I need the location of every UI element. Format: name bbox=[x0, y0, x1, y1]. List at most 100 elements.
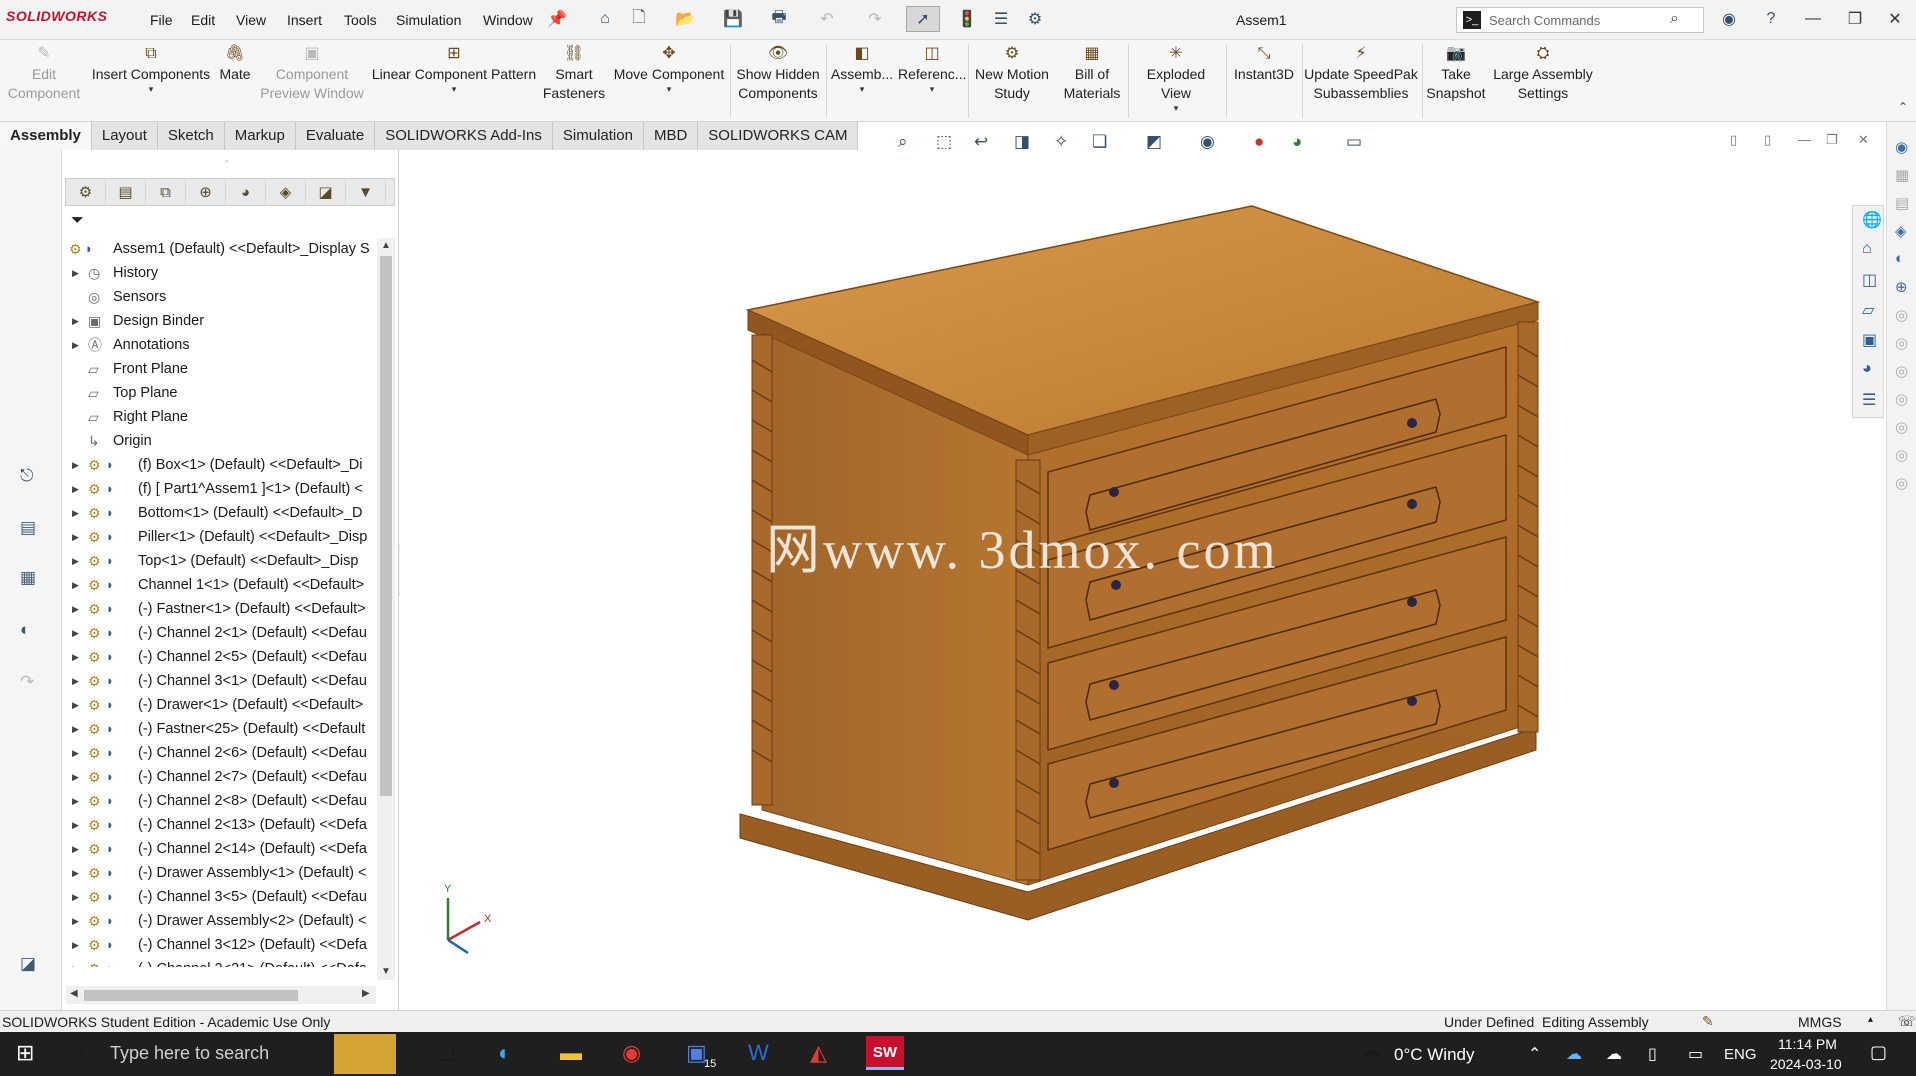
chevron-down-icon[interactable]: ▾ bbox=[830, 84, 894, 94]
tile-right-icon[interactable]: ▯ bbox=[1764, 132, 1771, 148]
restore-icon[interactable]: ❐ bbox=[1844, 8, 1866, 30]
escape-icon[interactable]: ⎋ bbox=[20, 466, 33, 486]
tree-item-front-plane[interactable]: ▱ Front Plane bbox=[63, 357, 375, 381]
chevron-down-icon[interactable]: ▾ bbox=[88, 84, 214, 94]
doc-restore-icon[interactable]: ❐ bbox=[1826, 132, 1838, 148]
menu-view[interactable]: View bbox=[236, 12, 266, 28]
dynamic-annotation-icon[interactable]: ✧ bbox=[1054, 132, 1068, 152]
expand-arrow-icon[interactable]: ▶ bbox=[72, 525, 79, 549]
design-library-icon[interactable]: ▦ bbox=[1895, 166, 1909, 184]
assembly-features-button[interactable]: ◧ Assemb... ▾ bbox=[830, 44, 894, 94]
insert-components-button[interactable]: ⧉ Insert Components ▾ bbox=[88, 44, 214, 94]
component-preview-button[interactable]: ▣ Component Preview Window bbox=[258, 44, 366, 103]
menu-tools[interactable]: Tools bbox=[344, 12, 377, 28]
tree-component-row[interactable]: ▶ ⚙ ◗ (-) Channel 2<21> (Default) <<Defa bbox=[63, 957, 375, 967]
expand-arrow-icon[interactable]: ▶ bbox=[72, 477, 79, 501]
expand-arrow-icon[interactable]: ▶ bbox=[72, 261, 79, 285]
expand-arrow-icon[interactable]: ▶ bbox=[72, 453, 79, 477]
cam-feature-tree-tab-icon[interactable]: ◈ bbox=[266, 179, 306, 205]
redo-icon[interactable]: ↷ bbox=[864, 8, 886, 30]
tab-solidworks-addins[interactable]: SOLIDWORKS Add-Ins bbox=[375, 122, 553, 150]
color-wheel-icon[interactable]: ◕ bbox=[1862, 360, 1872, 378]
tree-component-row[interactable]: ▶ ⚙ ◗ Piller<1> (Default) <<Default>_Disp bbox=[63, 525, 375, 549]
acrobat-icon[interactable]: ◭ bbox=[810, 1040, 827, 1066]
tooltip-icon[interactable]: ☏ bbox=[1898, 1013, 1916, 1030]
mate-button[interactable]: 🖇 Mate bbox=[216, 44, 254, 84]
doc-close-icon[interactable]: ✕ bbox=[1858, 132, 1869, 148]
tab-assembly[interactable]: Assembly bbox=[0, 122, 92, 150]
expand-arrow-icon[interactable]: ▶ bbox=[72, 837, 79, 861]
scrollbar-thumb[interactable] bbox=[84, 990, 298, 1001]
tree-component-row[interactable]: ▶ ⚙ ◗ (-) Drawer Assembly<2> (Default) < bbox=[63, 909, 375, 933]
unit-system[interactable]: MMGS bbox=[1798, 1014, 1842, 1030]
chrome-icon[interactable]: ◉ bbox=[622, 1040, 641, 1066]
menu-window[interactable]: Window bbox=[483, 12, 533, 28]
tree-component-row[interactable]: ▶ ⚙ ◗ (-) Channel 3<1> (Default) <<Defau bbox=[63, 669, 375, 693]
expand-arrow-icon[interactable]: ▶ bbox=[72, 741, 79, 765]
hide-show-items-icon[interactable]: ◉ bbox=[1200, 132, 1215, 152]
forum-icon[interactable]: ◎ bbox=[1895, 334, 1908, 352]
display-style-icon[interactable]: ◩ bbox=[1146, 132, 1162, 152]
zoom-to-area-icon[interactable]: ⬚ bbox=[936, 132, 952, 152]
render-icon[interactable]: ▣ bbox=[1862, 330, 1877, 350]
display-manager-tab-icon[interactable]: ◕ bbox=[226, 179, 266, 205]
scenes-icon[interactable]: ◕ bbox=[1292, 132, 1302, 152]
options-gear-icon[interactable]: ⚙ bbox=[1024, 8, 1046, 30]
pillar-front-right[interactable] bbox=[1517, 321, 1539, 733]
globe-icon[interactable]: 🌐 bbox=[1862, 210, 1882, 230]
tab-markup[interactable]: Markup bbox=[224, 122, 296, 150]
weather-text[interactable]: 0°C Windy bbox=[1394, 1045, 1474, 1065]
3dexperience-icon[interactable]: ◎ bbox=[1895, 446, 1908, 464]
chevron-down-icon[interactable]: ▾ bbox=[898, 84, 966, 94]
expand-arrow-icon[interactable]: ▶ bbox=[72, 669, 79, 693]
expand-arrow-icon[interactable]: ▶ bbox=[72, 597, 79, 621]
tree-component-row[interactable]: ▶ ⚙ ◗ (-) Channel 3<5> (Default) <<Defau bbox=[63, 885, 375, 909]
tree-root-assembly[interactable]: ⚙ ◗ Assem1 (Default) <<Default>_Display … bbox=[63, 237, 375, 261]
tree-component-row[interactable]: ▶ ⚙ ◗ (-) Fastner<1> (Default) <<Default> bbox=[63, 597, 375, 621]
device-icon[interactable]: ▯ bbox=[1648, 1044, 1657, 1064]
tray-overflow-icon[interactable]: ⌃ bbox=[1528, 1044, 1541, 1064]
large-assembly-settings-button[interactable]: ⛭ Large Assembly Settings bbox=[1492, 44, 1594, 103]
task-view-icon[interactable]: ❏ bbox=[436, 1040, 456, 1066]
rebuild-icon[interactable]: 🚦 bbox=[956, 8, 978, 30]
solidworks-taskbar-icon[interactable]: SW bbox=[866, 1036, 904, 1070]
account-icon[interactable]: ◉ bbox=[1718, 8, 1740, 30]
file-explorer-icon[interactable]: ▬ bbox=[560, 1040, 582, 1066]
tab-sketch[interactable]: Sketch bbox=[157, 122, 225, 150]
windows-start-icon[interactable]: ⊞ bbox=[16, 1040, 34, 1066]
file-explorer-icon[interactable]: ▤ bbox=[1895, 194, 1909, 212]
tree-component-row[interactable]: ▶ ⚙ ◗ (-) Channel 2<14> (Default) <<Defa bbox=[63, 837, 375, 861]
toolbox-icon[interactable]: ◎ bbox=[1895, 362, 1908, 380]
filter-icon[interactable]: ⏷ bbox=[71, 212, 84, 230]
select-cursor-icon[interactable]: ➚ bbox=[906, 6, 940, 32]
view-palette-icon[interactable]: ▤ bbox=[20, 518, 36, 538]
forward-icon[interactable]: ↷ bbox=[20, 672, 34, 692]
tree-vertical-scrollbar[interactable]: ▲ ▼ bbox=[377, 238, 395, 980]
tree-item-right-plane[interactable]: ▱ Right Plane bbox=[63, 405, 375, 429]
tree-component-row[interactable]: ▶ ⚙ ◗ (-) Drawer Assembly<1> (Default) < bbox=[63, 861, 375, 885]
tree-component-row[interactable]: ▶ ⚙ ◗ (-) Channel 2<1> (Default) <<Defau bbox=[63, 621, 375, 645]
tree-item-origin[interactable]: ↳ Origin bbox=[63, 429, 375, 453]
tree-component-row[interactable]: ▶ ⚙ ◗ Top<1> (Default) <<Default>_Disp bbox=[63, 549, 375, 573]
list-view-icon[interactable]: ☰ bbox=[1862, 390, 1876, 410]
doc-minimize-icon[interactable]: — bbox=[1798, 132, 1811, 147]
tree-component-row[interactable]: ▶ ⚙ ◗ (-) Channel 2<5> (Default) <<Defau bbox=[63, 645, 375, 669]
display-icon[interactable]: ▭ bbox=[1688, 1044, 1703, 1064]
search-icon[interactable]: ⌕ bbox=[1670, 10, 1679, 28]
view-settings-icon[interactable]: ▭ bbox=[1346, 132, 1362, 152]
cam-icon[interactable]: ◎ bbox=[1895, 306, 1908, 324]
expand-arrow-icon[interactable]: ▶ bbox=[72, 549, 79, 573]
collapse-ribbon-icon[interactable]: ⌃ bbox=[1898, 100, 1908, 114]
show-hidden-components-button[interactable]: 👁 Show Hidden Components bbox=[734, 44, 822, 103]
previous-view-icon[interactable]: ↩ bbox=[974, 132, 988, 152]
tree-component-row[interactable]: ▶ ⚙ ◗ (-) Drawer<1> (Default) <<Default> bbox=[63, 693, 375, 717]
tree-component-row[interactable]: ▶ ⚙ ◗ Bottom<1> (Default) <<Default>_D bbox=[63, 501, 375, 525]
expand-arrow-icon[interactable]: ▶ bbox=[72, 789, 79, 813]
tree-item-annotations[interactable]: ▶ Ⓐ Annotations bbox=[63, 333, 375, 357]
expand-arrow-icon[interactable]: ▶ bbox=[72, 501, 79, 525]
dimxpert-tab-icon[interactable]: ⊕ bbox=[186, 179, 226, 205]
view-palette-icon[interactable]: ◈ bbox=[1895, 222, 1907, 240]
reference-geometry-button[interactable]: ◫ Referenc... ▾ bbox=[898, 44, 966, 94]
tree-item-top-plane[interactable]: ▱ Top Plane bbox=[63, 381, 375, 405]
new-document-icon[interactable]: 🗋 bbox=[628, 8, 650, 30]
